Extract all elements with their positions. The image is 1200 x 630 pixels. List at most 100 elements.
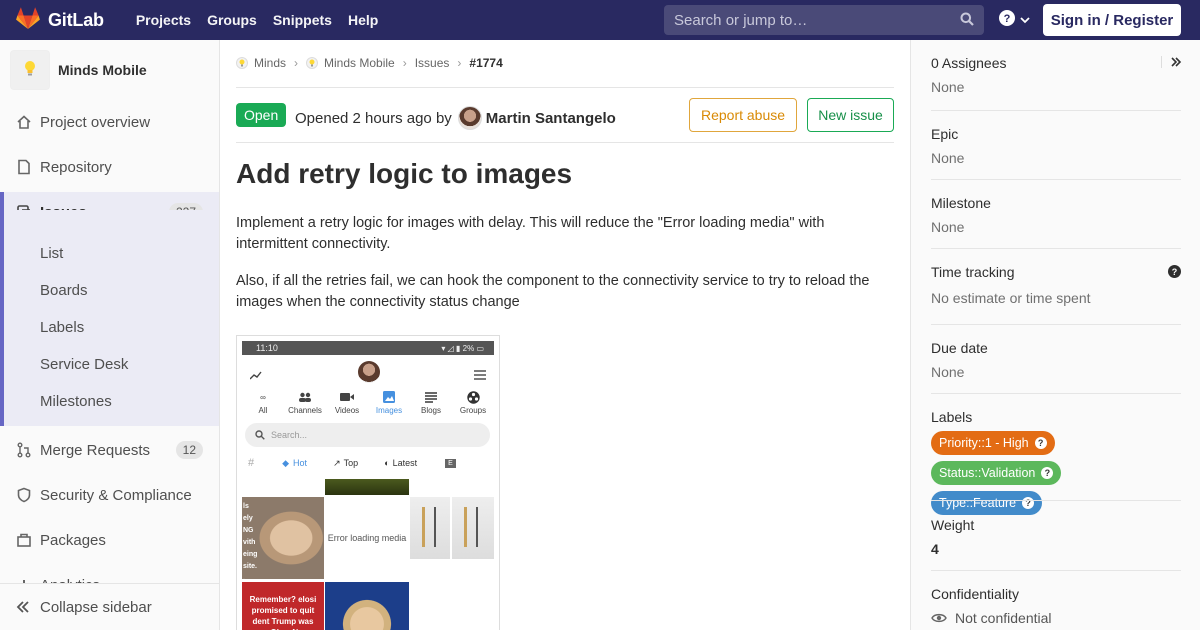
phone-tab-blogs: Blogs <box>411 390 451 420</box>
image-tile <box>452 497 494 559</box>
breadcrumb: Minds › Minds Mobile › Issues › #1774 <box>236 56 503 70</box>
nav-groups[interactable]: Groups <box>199 12 265 28</box>
issue-status-badge: Open <box>236 103 287 127</box>
top-navbar: GitLab Projects Groups Snippets Help ? S… <box>0 0 1200 40</box>
phone-search-placeholder: Search... <box>271 430 308 440</box>
phone-tab-videos: Videos <box>327 390 367 420</box>
label-status[interactable]: Status::Validation? <box>931 461 1062 485</box>
subnav-list[interactable]: List <box>40 245 63 262</box>
meme-text: Remember? elosi promised to quit dent Tr… <box>249 595 317 630</box>
divider <box>931 570 1181 571</box>
subnav-service-desk[interactable]: Service Desk <box>40 356 128 373</box>
eye-icon <box>931 612 947 624</box>
new-issue-button[interactable]: New issue <box>807 98 894 132</box>
sidebar-item-merge-requests[interactable]: Merge Requests 12 <box>0 430 219 470</box>
breadcrumb-project-label: Minds Mobile <box>324 56 395 70</box>
phone-tab-label: Videos <box>334 406 360 415</box>
nav-help[interactable]: Help <box>340 12 386 28</box>
breadcrumb-project[interactable]: Minds Mobile <box>306 56 395 70</box>
package-icon <box>16 532 32 548</box>
assignees-block: 0 Assignees None <box>931 55 1182 95</box>
image-tile <box>325 582 409 630</box>
phone-tab-label: Images <box>375 406 403 415</box>
phone-tab-label: Groups <box>459 406 487 415</box>
confidentiality-value: Not confidential <box>955 610 1052 626</box>
cartoon-figure-icon <box>464 507 478 547</box>
fire-icon: ◆ <box>282 457 290 468</box>
issue-description-paragraph: Implement a retry logic for images with … <box>236 215 825 252</box>
attached-screenshot[interactable]: 11:10 ▾ ◿ ▮ 2% ▭ ∞ All Channels Videos Im… <box>236 335 500 630</box>
report-abuse-button[interactable]: Report abuse <box>689 98 797 132</box>
assignees-value: None <box>931 79 965 95</box>
svg-text:?: ? <box>1004 13 1011 25</box>
confidentiality-block: Confidentiality Not confidential <box>931 586 1181 626</box>
phone-search-bar: Search... <box>245 423 490 447</box>
label-text: Status::Validation <box>939 466 1036 480</box>
phone-tab-channels: Channels <box>285 390 325 420</box>
time-tracking-title: Time tracking <box>931 264 1015 280</box>
label-text: Priority::1 - High <box>939 436 1029 450</box>
nav-snippets[interactable]: Snippets <box>265 12 340 28</box>
collapse-right-sidebar-icon[interactable] <box>1161 56 1182 68</box>
breadcrumb-current[interactable]: #1774 <box>469 56 502 70</box>
breadcrumb-issues[interactable]: Issues <box>415 56 450 70</box>
error-tile: Error loading media <box>325 497 409 579</box>
search-icon[interactable] <box>960 12 974 31</box>
image-icon <box>369 390 409 404</box>
confidentiality-title: Confidentiality <box>931 586 1019 602</box>
phone-status-bar: 11:10 ▾ ◿ ▮ 2% ▭ <box>242 341 494 355</box>
nav-projects[interactable]: Projects <box>128 12 199 28</box>
weight-block: Weight 4 <box>931 517 1181 557</box>
labels-title: Labels <box>931 409 973 425</box>
phone-filter-latest: Latest <box>392 458 418 468</box>
chevron-right-icon: › <box>294 56 299 70</box>
epic-title: Epic <box>931 126 959 142</box>
author-name[interactable]: Martin Santangelo <box>486 110 616 127</box>
gitlab-brand[interactable]: GitLab <box>16 6 104 34</box>
image-tile: ls ely NG vith eing site.. <box>242 497 324 579</box>
sidebar-item-packages[interactable]: Packages <box>0 520 219 560</box>
lightbulb-icon <box>22 59 38 82</box>
sidebar-label: Repository <box>40 158 112 176</box>
phone-filter-hot: Hot <box>293 458 308 468</box>
project-header[interactable]: Minds Mobile <box>0 40 219 100</box>
project-name: Minds Mobile <box>58 62 147 78</box>
help-dropdown[interactable]: ? <box>998 9 1030 32</box>
clock-icon: ◐ <box>384 458 390 468</box>
opened-text: Opened 2 hours ago by <box>295 109 452 127</box>
subnav-milestones[interactable]: Milestones <box>40 393 112 410</box>
trending-icon <box>249 367 262 385</box>
question-icon[interactable]: ? <box>1168 265 1181 278</box>
breadcrumb-group[interactable]: Minds <box>236 56 286 70</box>
collapse-sidebar-button[interactable]: Collapse sidebar <box>0 583 219 630</box>
divider <box>931 324 1181 325</box>
sidebar-label: Project overview <box>40 113 151 131</box>
author-avatar[interactable] <box>457 106 482 130</box>
home-icon <box>16 114 32 130</box>
subnav-labels[interactable]: Labels <box>40 319 84 336</box>
list-icon <box>411 390 451 404</box>
phone-tab-all: ∞ All <box>243 390 283 420</box>
label-type[interactable]: Type::Feature? <box>931 491 1043 515</box>
subnav-boards[interactable]: Boards <box>40 282 88 299</box>
search-input[interactable] <box>664 11 944 29</box>
epic-block: Epic None <box>931 126 1181 166</box>
hashtag-icon: # <box>248 457 255 469</box>
signin-register-button[interactable]: Sign in / Register <box>1043 4 1181 36</box>
milestone-title: Milestone <box>931 195 991 211</box>
sidebar-item-project-overview[interactable]: Project overview <box>0 102 219 142</box>
milestone-value: None <box>931 219 965 235</box>
phone-tab-groups: Groups <box>453 390 493 420</box>
label-priority[interactable]: Priority::1 - High? <box>931 431 1055 455</box>
divider <box>236 142 894 143</box>
phone-filter-row: # ◆ Hot ↗ Top ◐ Latest E <box>242 452 494 474</box>
divider <box>931 500 1181 501</box>
sidebar-label: Security & Compliance <box>40 486 192 504</box>
phone-battery-level: 2% <box>462 343 475 353</box>
issues-subnav: List Boards Labels Service Desk Mileston… <box>0 210 219 426</box>
sidebar-item-security[interactable]: Security & Compliance <box>0 475 219 515</box>
sidebar-item-repository[interactable]: Repository <box>0 147 219 187</box>
brand-name: GitLab <box>48 9 104 30</box>
nav-links: Projects Groups Snippets Help <box>128 12 387 28</box>
chevron-down-icon <box>1020 12 1030 30</box>
